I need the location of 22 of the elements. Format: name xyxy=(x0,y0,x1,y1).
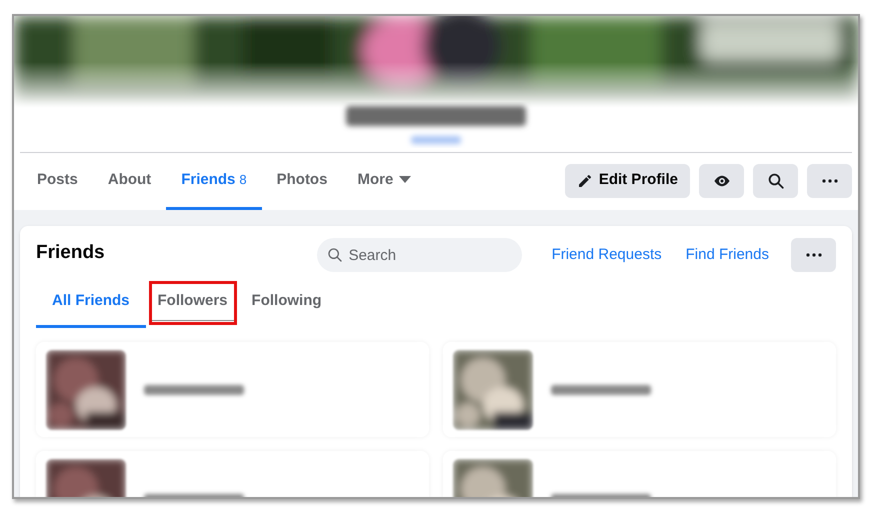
caret-icon xyxy=(399,176,412,184)
more-icon xyxy=(822,178,838,182)
search-button[interactable] xyxy=(753,164,798,198)
profile-tab[interactable]: Photos xyxy=(262,153,342,210)
section-title: Friends xyxy=(36,240,105,265)
more-icon xyxy=(806,253,822,257)
profile-tab[interactable]: About xyxy=(92,153,166,210)
friend-count: 8 xyxy=(239,171,247,190)
pencil-icon xyxy=(576,172,593,188)
search-field[interactable]: Search xyxy=(316,238,522,272)
friends-tab[interactable]: Following xyxy=(240,278,334,328)
search-icon xyxy=(326,247,343,263)
view-as-button[interactable] xyxy=(699,164,744,198)
edit-profile-button[interactable]: Edit Profile xyxy=(564,164,690,198)
profile-tab[interactable]: Friends 8 xyxy=(166,153,262,210)
profile-tab[interactable]: More xyxy=(342,153,426,210)
section-link[interactable]: Friend Requests xyxy=(542,244,672,266)
friends-tab[interactable]: Followers xyxy=(146,278,240,328)
profile-tab[interactable]: Posts xyxy=(22,153,93,210)
section-link[interactable]: Find Friends xyxy=(676,244,779,266)
friends-tab[interactable]: All Friends xyxy=(36,278,146,328)
search-icon xyxy=(766,172,784,190)
